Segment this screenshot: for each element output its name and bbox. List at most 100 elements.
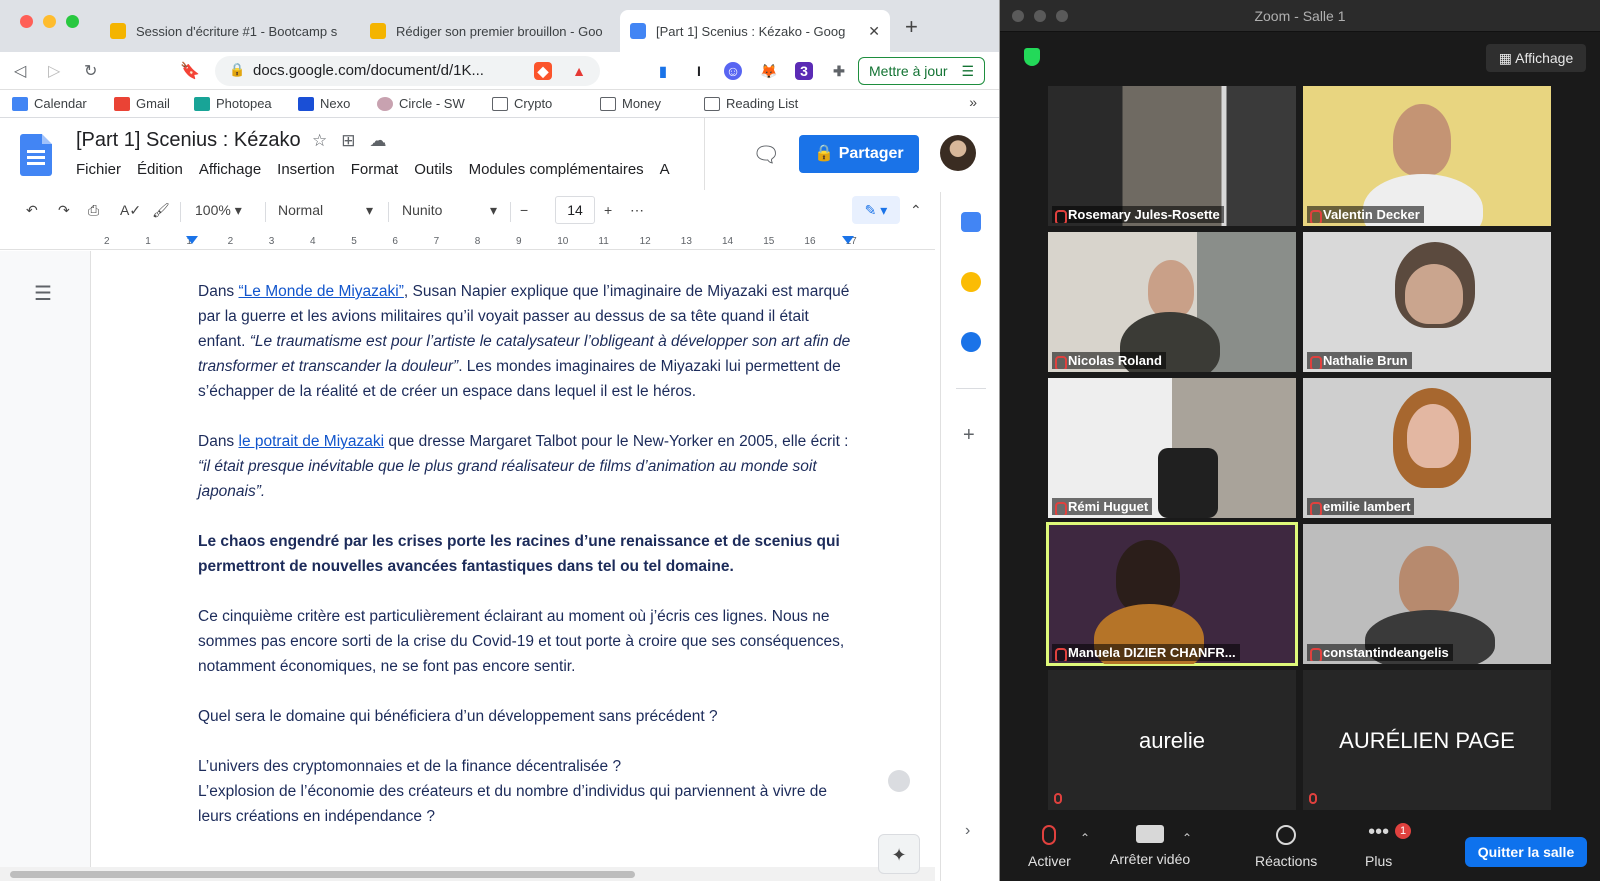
bookmark-photopea[interactable]: Photopea xyxy=(194,96,272,111)
participant-tile[interactable]: emilie lambert xyxy=(1303,378,1551,518)
link-portrait-miyazaki[interactable]: le potrait de Miyazaki xyxy=(239,433,385,450)
horizontal-scrollbar[interactable] xyxy=(0,867,935,881)
bookmark-folder-money[interactable]: Money xyxy=(600,96,661,111)
emoji-reaction-icon[interactable] xyxy=(888,770,910,792)
leave-room-button[interactable]: Quitter la salle xyxy=(1465,837,1587,867)
participant-tile[interactable]: aurelie xyxy=(1048,670,1296,810)
link-monde-miyazaki[interactable]: “Le Monde de Miyazaki” xyxy=(239,283,404,300)
forward-icon[interactable]: ▷ xyxy=(48,61,60,81)
participant-tile[interactable]: Rémi Huguet xyxy=(1048,378,1296,518)
add-addon-icon[interactable]: + xyxy=(963,424,975,447)
metamask-icon[interactable]: 🦊 xyxy=(760,62,778,80)
extension-icon[interactable]: ▮ xyxy=(654,62,672,80)
tab-rediger-brouillon[interactable]: Rédiger son premier brouillon - Goo xyxy=(360,10,618,52)
tab-scenius-doc[interactable]: [Part 1] Scenius : Kézako - Goog ✕ xyxy=(620,10,890,52)
bookmark-calendar[interactable]: Calendar xyxy=(12,96,87,111)
font-size-input[interactable]: 14 xyxy=(555,196,595,224)
zoom-select[interactable]: 100% ▾ xyxy=(195,202,255,219)
maximize-window-button[interactable] xyxy=(66,15,79,28)
more-options-icon[interactable]: ⋯ xyxy=(630,202,644,219)
spellcheck-icon[interactable]: A✓ xyxy=(120,202,141,219)
font-select[interactable]: Nunito ▾ xyxy=(402,202,502,218)
move-folder-icon[interactable]: ⊞ xyxy=(341,131,355,151)
more-button[interactable]: ••• Plus xyxy=(1365,821,1392,869)
menu-affichage[interactable]: Affichage xyxy=(199,161,261,178)
cloud-status-icon[interactable]: ☁ xyxy=(370,131,387,151)
close-window-button[interactable] xyxy=(20,15,33,28)
bookmark-folder-crypto[interactable]: Crypto xyxy=(492,96,552,111)
reactions-button[interactable]: Réactions xyxy=(1255,825,1317,869)
bookmark-circle[interactable]: Circle - SW xyxy=(377,96,465,111)
collapse-menu-icon[interactable]: ⌃ xyxy=(910,202,922,219)
lock-icon: 🔒 xyxy=(814,145,835,162)
editing-mode-select[interactable]: ✎ ▾ xyxy=(852,196,900,224)
tab-session-ecriture[interactable]: Session d'écriture #1 - Bootcamp s xyxy=(100,10,358,52)
redo-icon[interactable]: ↷ xyxy=(58,202,70,219)
document-title[interactable]: [Part 1] Scenius : Kézako xyxy=(76,129,301,152)
ruler-tick-label: 14 xyxy=(722,236,734,247)
right-indent-marker[interactable] xyxy=(842,236,854,244)
bookmark-nexo[interactable]: Nexo xyxy=(298,96,350,111)
more-bookmarks-icon[interactable]: » xyxy=(969,94,977,110)
comments-icon[interactable]: 🗨 xyxy=(752,142,780,168)
menu-insertion[interactable]: Insertion xyxy=(277,161,335,178)
extension-badge-icon[interactable]: 3 xyxy=(795,62,813,80)
left-indent-marker[interactable] xyxy=(186,236,198,244)
stop-video-button[interactable]: Arrêter vidéo xyxy=(1110,825,1190,867)
instapaper-icon[interactable]: I xyxy=(690,62,708,80)
menu-outils[interactable]: Outils xyxy=(414,161,452,178)
folder-icon xyxy=(600,96,616,111)
more-dots-icon: ••• xyxy=(1368,821,1390,843)
bookmark-gmail[interactable]: Gmail xyxy=(114,96,170,111)
back-icon[interactable]: ◁ xyxy=(14,61,26,81)
reload-icon[interactable]: ↻ xyxy=(84,61,97,81)
style-select[interactable]: Normal ▾ xyxy=(278,202,378,218)
new-tab-button[interactable]: + xyxy=(905,14,918,40)
participant-tile[interactable]: Nicolas Roland xyxy=(1048,232,1296,372)
participant-tile[interactable]: Valentin Decker xyxy=(1303,86,1551,226)
explore-icon[interactable]: ✦ xyxy=(878,834,920,874)
calendar-icon[interactable] xyxy=(961,212,981,232)
keep-icon[interactable] xyxy=(961,272,981,292)
chevron-right-icon[interactable]: › xyxy=(965,822,970,840)
update-browser-button[interactable]: Mettre à jour ☰ xyxy=(858,57,986,85)
participant-tile[interactable]: Rosemary Jules-Rosette xyxy=(1048,86,1296,226)
bookmark-icon[interactable]: 🔖 xyxy=(180,61,200,81)
extension-icon[interactable]: ☺ xyxy=(724,62,742,80)
undo-icon[interactable]: ↶ xyxy=(26,202,38,219)
brave-rewards-icon[interactable]: ▲ xyxy=(570,62,588,80)
tasks-icon[interactable] xyxy=(961,332,981,352)
participant-tile-active-speaker[interactable]: Manuela DIZIER CHANFR... xyxy=(1046,522,1298,666)
menu-format[interactable]: Format xyxy=(351,161,399,178)
increase-font-size-icon[interactable]: + xyxy=(604,202,612,218)
participant-name: AURÉLIEN PAGE xyxy=(1339,728,1515,753)
bookmark-folder-reading-list[interactable]: Reading List xyxy=(704,96,798,111)
participant-tile[interactable]: constantindeangelis xyxy=(1303,524,1551,664)
close-tab-icon[interactable]: ✕ xyxy=(868,23,880,40)
avatar[interactable] xyxy=(940,135,976,171)
decrease-font-size-icon[interactable]: − xyxy=(520,202,528,218)
encryption-shield-icon[interactable] xyxy=(1024,48,1040,66)
document-page[interactable]: Dans “Le Monde de Miyazaki”, Susan Napie… xyxy=(90,251,935,881)
participant-video xyxy=(1407,404,1459,468)
minimize-window-button[interactable] xyxy=(43,15,56,28)
menu-edition[interactable]: Édition xyxy=(137,161,183,178)
ruler-tick-label: 7 xyxy=(433,236,440,247)
participant-tile[interactable]: AURÉLIEN PAGE xyxy=(1303,670,1551,810)
print-icon[interactable]: ⎙ xyxy=(88,202,99,219)
brave-shield-icon[interactable]: ◆ xyxy=(534,62,552,80)
docs-logo-icon[interactable] xyxy=(20,134,52,176)
participant-tile[interactable]: Nathalie Brun xyxy=(1303,232,1551,372)
view-button[interactable]: ▦ Affichage xyxy=(1486,44,1586,72)
document-outline-icon[interactable]: ☰ xyxy=(34,281,52,306)
audio-options-icon[interactable]: ⌃ xyxy=(1080,831,1090,845)
menu-fichier[interactable]: Fichier xyxy=(76,161,121,178)
unmute-button[interactable]: Activer xyxy=(1028,825,1071,869)
menu-modules[interactable]: Modules complémentaires xyxy=(469,161,644,178)
share-button[interactable]: 🔒 Partager xyxy=(799,135,919,173)
paint-format-icon[interactable]: 🖌 xyxy=(152,202,170,219)
star-icon[interactable]: ☆ xyxy=(312,131,327,151)
puzzle-icon[interactable]: ✚ xyxy=(830,62,848,80)
video-options-icon[interactable]: ⌃ xyxy=(1182,831,1192,845)
menu-aide[interactable]: A xyxy=(660,161,670,178)
